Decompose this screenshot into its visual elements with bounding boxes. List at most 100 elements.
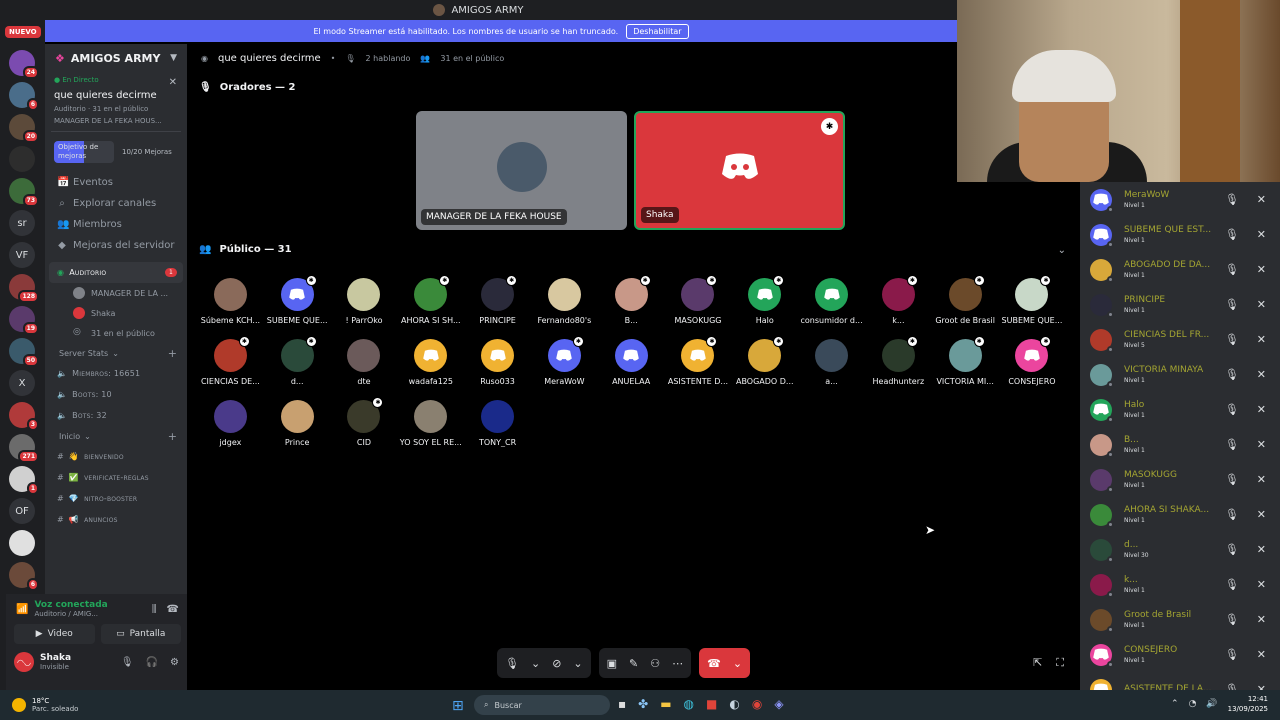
close-icon[interactable]: ✕ (1257, 578, 1266, 591)
nav-item-2[interactable]: 👥 Miembros (45, 214, 187, 235)
server-header[interactable]: ❖ AMIGOS ARMY ▼ (45, 44, 187, 72)
more-icon[interactable]: ⋯ (672, 657, 683, 670)
mic-icon[interactable]: 🎙 (505, 657, 519, 670)
text-channel[interactable]: # ✅ verificate-reglas (45, 467, 187, 488)
stats-channel[interactable]: 🔈 Bots: 32 (45, 405, 187, 426)
live-stage-card[interactable]: ● En Directo que quieres decirme Auditor… (51, 72, 181, 132)
taskbar-search[interactable]: ⌕ Buscar (474, 695, 610, 715)
server-icon-15[interactable] (9, 530, 35, 556)
close-icon[interactable]: ✕ (1257, 228, 1266, 241)
voice-channel-label[interactable]: Auditorio / AMIG... (34, 610, 107, 618)
audience-member[interactable]: Fernando80's (531, 278, 598, 325)
audience-member[interactable]: ✱ VICTORIA MI... (932, 336, 999, 386)
server-icon-2[interactable]: 20 (9, 114, 39, 143)
noise-suppression-icon[interactable]: ⫼ (152, 604, 157, 615)
audience-member[interactable]: ✱ k... (865, 275, 932, 325)
weather-widget[interactable]: 18°C Parc. soleado (0, 697, 78, 713)
chrome-icon[interactable]: ◉ (752, 697, 762, 711)
close-icon[interactable]: ✕ (1257, 683, 1266, 690)
audience-member[interactable]: ✱ CID (331, 397, 398, 447)
request-row[interactable]: d... Nivel 30 🎙 ✕ (1080, 532, 1280, 567)
close-icon[interactable]: ✕ (1257, 403, 1266, 416)
close-icon[interactable]: ✕ (1257, 298, 1266, 311)
stage-member[interactable]: MANAGER DE LA ... (45, 283, 187, 303)
invite-to-speak-icon[interactable]: 🎙 (1225, 263, 1239, 276)
server-icon-0[interactable]: 24 (9, 50, 39, 79)
request-row[interactable]: SUBEME QUE EST... Nivel 1 🎙 ✕ (1080, 217, 1280, 252)
audience-member[interactable]: ✱ ABOGADO D... (731, 336, 798, 386)
audience-member[interactable]: ✱ MeraWoW (531, 336, 598, 386)
chevron-down-icon[interactable]: ⌄ (573, 657, 582, 670)
voice-connected-label[interactable]: Voz conectada (34, 600, 107, 610)
nav-item-0[interactable]: 📅 Eventos (45, 172, 187, 193)
chevron-up-icon[interactable]: ⌃ (1171, 699, 1179, 709)
audience-member[interactable]: ✱ Headhunterz (865, 336, 932, 386)
add-channel-icon[interactable]: + (168, 430, 177, 443)
edge-icon[interactable]: ◍ (684, 697, 694, 711)
audience-member[interactable]: ✱ SUBEME QUE... (999, 275, 1066, 325)
disable-streamer-button[interactable]: Deshabilitar (626, 23, 689, 39)
audience-member[interactable]: ! ParrOko (331, 278, 398, 325)
audience-member[interactable]: TONY_CR (464, 400, 531, 447)
nav-item-3[interactable]: ◆ Mejoras del servidor (45, 235, 187, 256)
boost-goal[interactable]: Objetivo de mejoras 10/20 Mejoras (51, 138, 181, 166)
add-channel-icon[interactable]: + (168, 347, 177, 360)
stage-member[interactable]: ◎ 31 en el público (45, 323, 187, 343)
audience-member[interactable]: ✱ ASISTENTE D... (665, 336, 732, 386)
close-icon[interactable]: ✕ (1257, 263, 1266, 276)
close-icon[interactable]: ✕ (1257, 368, 1266, 381)
file-explorer-icon[interactable]: ▬ (660, 697, 671, 711)
invite-to-speak-icon[interactable]: 🎙 (1225, 228, 1239, 241)
request-row[interactable]: MeraWoW Nivel 1 🎙 ✕ (1080, 182, 1280, 217)
nav-item-1[interactable]: ⌕ Explorar canales (45, 193, 187, 214)
windows-start-icon[interactable]: ⊞ (452, 698, 464, 714)
request-row[interactable]: AHORA SI SHAKA... Nivel 1 🎙 ✕ (1080, 497, 1280, 532)
category-server-stats[interactable]: Server Stats ⌄ + (45, 343, 187, 363)
audience-member[interactable]: ✱ PRINCIPE (464, 275, 531, 325)
server-icon-13[interactable]: 1 (9, 466, 39, 495)
mic-icon[interactable]: 🎙 (121, 657, 134, 668)
app-icon[interactable]: ■ (706, 697, 717, 711)
audience-member[interactable]: consumidor d... (798, 278, 865, 325)
audience-member[interactable]: ✱ CIENCIAS DE... (197, 336, 264, 386)
audience-member[interactable]: dte (331, 339, 398, 386)
stage-channel-auditorio[interactable]: ◉ Auditorio 1 (49, 262, 183, 283)
screen-share-icon[interactable]: ▣ (607, 657, 617, 670)
invite-to-speak-icon[interactable]: 🎙 (1225, 193, 1239, 206)
leave-stage-button[interactable]: ☎ ⌄ (699, 648, 751, 678)
close-icon[interactable]: ✕ (1257, 508, 1266, 521)
audience-member[interactable]: Ruso033 (464, 339, 531, 386)
audience-member[interactable]: ✱ SUBEME QUE... (264, 275, 331, 325)
server-icon-16[interactable]: 6 (9, 562, 39, 591)
audience-member[interactable]: Prince (264, 400, 331, 447)
text-channel[interactable]: # 👋 bienvenido (45, 446, 187, 467)
user-avatar[interactable]: ◠◡ (14, 652, 34, 672)
audience-member[interactable]: Súbeme KCH... (197, 278, 264, 325)
headphones-icon[interactable]: 🎧 (146, 657, 158, 668)
server-icon-1[interactable]: 6 (9, 82, 39, 111)
audience-member[interactable]: ✱ Halo (731, 275, 798, 325)
text-channel[interactable]: # 💎 nitro-booster (45, 488, 187, 509)
audience-member[interactable]: ✱ AHORA SI SH... (397, 275, 464, 325)
audience-member[interactable]: ✱ Groot de Brasil (932, 275, 999, 325)
audience-member[interactable]: ✱ d... (264, 336, 331, 386)
clock[interactable]: 12:41 13/09/2025 (1228, 694, 1268, 714)
screen-share-button[interactable]: ▭ Pantalla (100, 624, 181, 644)
close-icon[interactable]: ✕ (1257, 473, 1266, 486)
audience-member[interactable]: jdgex (197, 400, 264, 447)
invite-to-speak-icon[interactable]: 🎙 (1225, 368, 1239, 381)
speaker-tile-shaka[interactable]: ✱ Shaka (634, 111, 845, 230)
audience-member[interactable]: ✱ B... (598, 275, 665, 325)
text-channel[interactable]: # 📢 anuncios (45, 509, 187, 530)
close-icon[interactable]: ✕ (1257, 648, 1266, 661)
speaker-tile-manager[interactable]: MANAGER DE LA FEKA HOUSE (416, 111, 627, 230)
chevron-down-icon[interactable]: ⌄ (531, 657, 540, 670)
discord-taskbar-icon[interactable]: ◈ (774, 697, 783, 711)
network-icon[interactable]: ◔ (1189, 699, 1197, 709)
close-icon[interactable]: ✕ (169, 77, 177, 88)
request-row[interactable]: ASISTENTE DE LA... 🎙 ✕ (1080, 672, 1280, 690)
video-button[interactable]: ▶ Video (14, 624, 95, 644)
server-icon-4[interactable]: 73 (9, 178, 39, 207)
gear-icon[interactable]: ⚙ (170, 657, 179, 668)
close-icon[interactable]: ✕ (1257, 438, 1266, 451)
